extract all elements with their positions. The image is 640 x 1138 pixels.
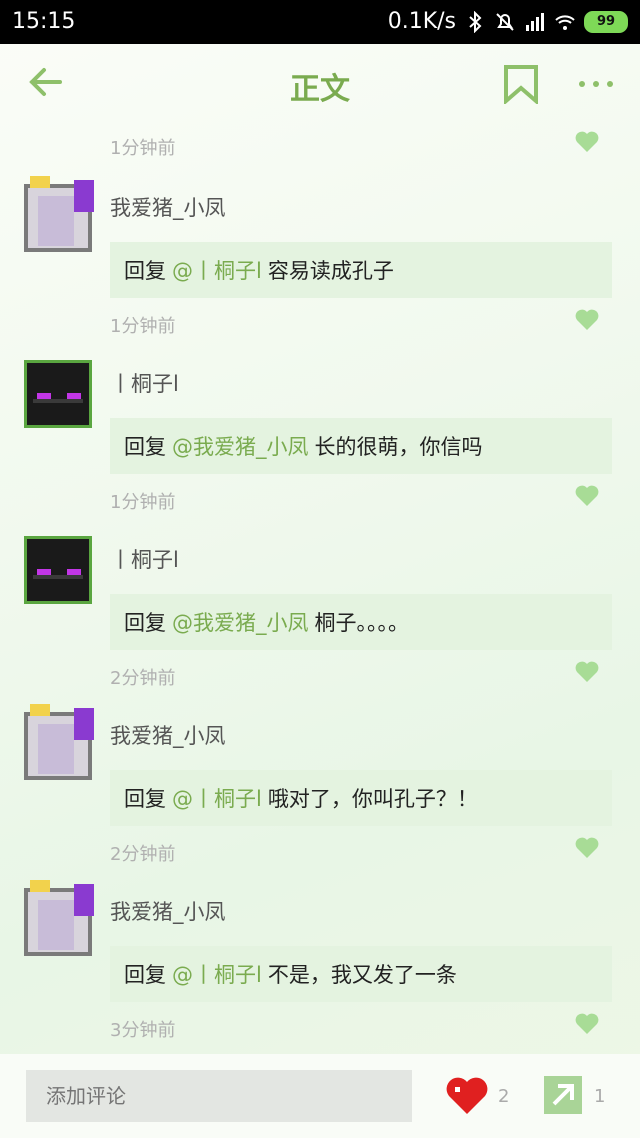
- reply-prefix: 回复: [124, 435, 166, 459]
- comment-item: 我爱猪_小凤 回复 @丨桐子l 不是，我又发了一条 3分钟前: [0, 880, 640, 1054]
- commenter-name[interactable]: 我爱猪_小凤: [110, 720, 226, 750]
- mention-link[interactable]: @丨桐子l: [172, 959, 262, 989]
- like-count: 2: [498, 1086, 510, 1107]
- comment-item: 丨桐子l 回复 @我爱猪_小凤 桐子。。。。 2分钟前: [0, 536, 640, 712]
- comment-text: 容易读成孔子: [267, 259, 394, 283]
- comment-time: 2分钟前: [110, 844, 176, 865]
- comment-bubble[interactable]: 回复 @丨桐子l 容易读成孔子: [110, 242, 612, 298]
- status-time: 15:15: [12, 9, 76, 34]
- status-icons: 0.1K/s 99: [388, 9, 628, 34]
- comment-text: 长的很萌，你信吗: [314, 435, 483, 459]
- commenter-name[interactable]: 我爱猪_小凤: [110, 896, 226, 926]
- mention-link[interactable]: @我爱猪_小凤: [172, 607, 309, 637]
- comment-input[interactable]: [26, 1070, 412, 1122]
- mute-bell-icon: [496, 12, 514, 31]
- comment-meta: 1分钟前: [0, 124, 640, 168]
- comment-time: 3分钟前: [110, 1020, 176, 1041]
- comment-time: 2分钟前: [110, 668, 176, 689]
- like-heart-icon[interactable]: [574, 1012, 600, 1036]
- comment-bubble[interactable]: 回复 @丨桐子l 哦对了，你叫孔子？！: [110, 770, 612, 826]
- comment-item: 我爱猪_小凤 回复 @丨桐子l 容易读成孔子 1分钟前: [0, 176, 640, 360]
- commenter-name[interactable]: 我爱猪_小凤: [110, 192, 226, 222]
- battery-indicator: 99: [584, 10, 628, 33]
- comment-text: 不是，我又发了一条: [267, 963, 457, 987]
- comment-text: 哦对了，你叫孔子？！: [267, 787, 478, 811]
- comment-text: 桐子。。。。: [314, 611, 410, 635]
- comment-time: 1分钟前: [110, 316, 176, 337]
- comment-item: 我爱猪_小凤 回复 @丨桐子l 哦对了，你叫孔子？！ 2分钟前: [0, 704, 640, 888]
- avatar[interactable]: [24, 880, 94, 956]
- avatar[interactable]: [24, 536, 92, 604]
- comment-item: 丨桐子l 回复 @我爱猪_小凤 长的很萌，你信吗 1分钟前: [0, 360, 640, 536]
- avatar[interactable]: [24, 360, 92, 428]
- more-options-icon[interactable]: [576, 66, 616, 96]
- like-heart-icon[interactable]: [574, 130, 600, 154]
- like-heart-icon[interactable]: [446, 1076, 488, 1116]
- avatar[interactable]: [24, 704, 94, 780]
- status-bar: 15:15 0.1K/s 99: [0, 0, 640, 44]
- bluetooth-icon: [469, 10, 482, 33]
- comment-time: 1分钟前: [110, 138, 176, 159]
- page-title: 正文: [290, 72, 350, 107]
- reply-prefix: 回复: [124, 259, 166, 283]
- reply-prefix: 回复: [124, 611, 166, 635]
- commenter-name[interactable]: 丨桐子l: [110, 544, 179, 574]
- wifi-icon: [555, 14, 575, 30]
- like-heart-icon[interactable]: [574, 308, 600, 332]
- avatar[interactable]: [24, 176, 94, 252]
- share-arrow-icon[interactable]: [544, 1076, 582, 1114]
- like-heart-icon[interactable]: [574, 836, 600, 860]
- like-heart-icon[interactable]: [574, 484, 600, 508]
- signal-icon: [526, 12, 544, 31]
- comment-time: 1分钟前: [110, 492, 176, 513]
- mention-link[interactable]: @丨桐子l: [172, 783, 262, 813]
- bottom-action-bar: 2 1: [0, 1054, 640, 1138]
- comment-thread[interactable]: 1分钟前 我爱猪_小凤 回复 @丨桐子l 容易读成孔子 1分钟前 丨桐子l 回复…: [0, 124, 640, 1054]
- app-header: 正文: [0, 44, 640, 124]
- network-speed: 0.1K/s: [387, 9, 456, 34]
- like-heart-icon[interactable]: [574, 660, 600, 684]
- bookmark-icon[interactable]: [502, 64, 540, 104]
- mention-link[interactable]: @丨桐子l: [172, 255, 262, 285]
- mention-link[interactable]: @我爱猪_小凤: [172, 431, 309, 461]
- reply-prefix: 回复: [124, 963, 166, 987]
- comment-bubble[interactable]: 回复 @我爱猪_小凤 长的很萌，你信吗: [110, 418, 612, 474]
- comment-bubble[interactable]: 回复 @丨桐子l 不是，我又发了一条: [110, 946, 612, 1002]
- reply-prefix: 回复: [124, 787, 166, 811]
- comment-bubble[interactable]: 回复 @我爱猪_小凤 桐子。。。。: [110, 594, 612, 650]
- share-count: 1: [594, 1086, 606, 1107]
- commenter-name[interactable]: 丨桐子l: [110, 368, 179, 398]
